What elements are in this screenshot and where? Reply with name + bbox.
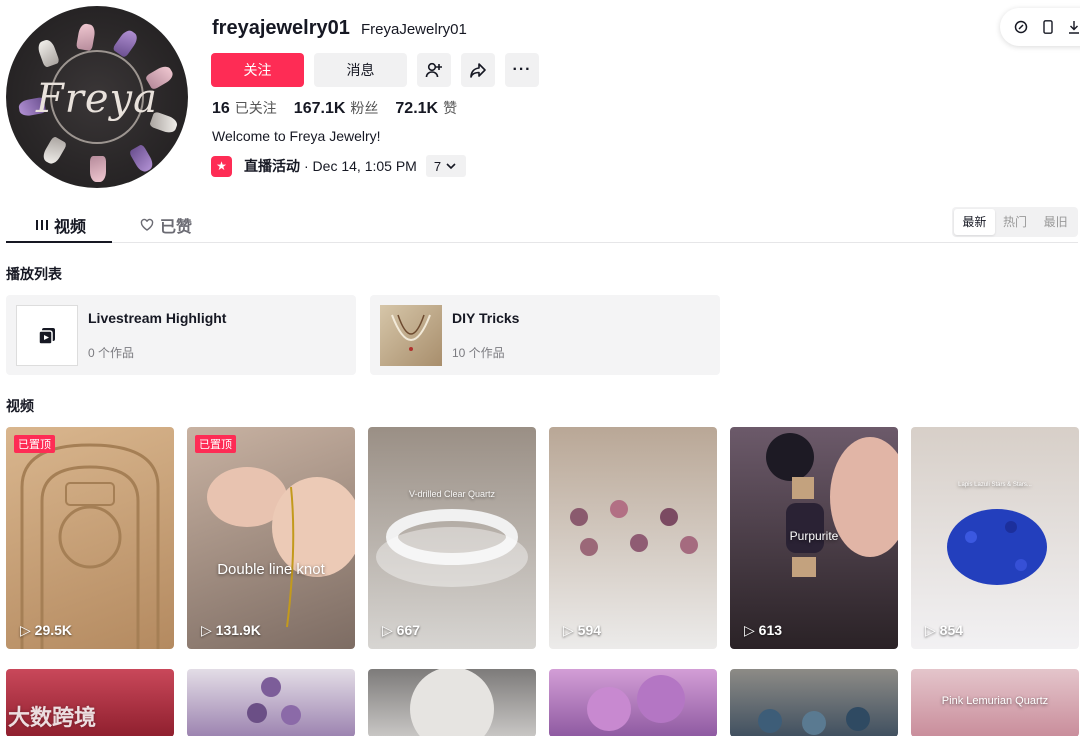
tab-videos[interactable]: 视频 xyxy=(36,213,86,237)
avatar[interactable]: Freya xyxy=(6,6,188,188)
amethyst-thumbnail xyxy=(247,677,301,725)
video-card[interactable] xyxy=(187,669,355,736)
sort-toggle: 最新 热门 最旧 xyxy=(952,207,1078,237)
video-card[interactable] xyxy=(730,669,898,736)
tab-videos-label: 视频 xyxy=(54,219,87,236)
following-stat[interactable]: 16 已关注 xyxy=(212,98,277,118)
sort-oldest[interactable]: 最旧 xyxy=(1035,209,1076,235)
playlist-title: DIY Tricks xyxy=(452,310,520,326)
chevron-down-icon xyxy=(446,163,456,170)
live-event-label: 直播活动 xyxy=(244,158,300,174)
video-card[interactable]: 已置顶 ▷ 29.5K xyxy=(6,427,174,649)
more-button[interactable]: ··· xyxy=(505,53,539,87)
playlist-card[interactable]: DIY Tricks 10 个作品 xyxy=(370,295,720,375)
live-event-date: · Dec 14, 1:05 PM xyxy=(304,158,417,174)
likes-label: 赞 xyxy=(443,100,458,116)
playlist-thumbnail xyxy=(380,305,442,366)
video-card[interactable] xyxy=(549,669,717,736)
message-button[interactable]: 消息 xyxy=(314,53,407,87)
profile-stats: 16 已关注 167.1K 粉丝 72.1K 赞 xyxy=(212,98,474,118)
nickname: FreyaJewelry01 xyxy=(361,21,467,38)
playlists-title: 播放列表 xyxy=(6,266,62,282)
video-caption: Double line knot xyxy=(217,561,325,578)
live-event-count-dropdown[interactable]: 7 xyxy=(425,155,467,177)
heart-eye-icon xyxy=(140,218,154,231)
video-caption: Lapis Lazuli Stars & Stars... xyxy=(958,482,1032,488)
beads-thumbnail xyxy=(758,707,870,735)
playlist-count: 10 个作品 xyxy=(452,346,505,360)
live-event-count: 7 xyxy=(433,158,442,174)
pinned-badge: 已置顶 xyxy=(195,435,236,453)
tab-liked[interactable]: 已赞 xyxy=(140,213,192,237)
playlist-card[interactable]: Livestream Highlight 0 个作品 xyxy=(6,295,356,375)
lapis-stars-thumbnail xyxy=(947,509,1047,585)
playlist-thumbnail xyxy=(16,305,78,366)
video-views: ▷ 29.5K xyxy=(20,622,73,638)
followers-count: 167.1K xyxy=(293,100,346,117)
video-card[interactable]: Lapis Lazuli Stars & Stars... ▷ 854 xyxy=(911,427,1079,649)
video-views: ▷ 854 xyxy=(925,622,964,638)
profile-tabs: 视频 已赞 xyxy=(6,205,1078,243)
videos-title: 视频 xyxy=(6,398,34,414)
likes-stat: 72.1K 赞 xyxy=(395,98,457,118)
playlist-count: 0 个作品 xyxy=(88,346,135,360)
active-tab-underline xyxy=(6,241,112,243)
video-card[interactable]: 已置顶 Double line knot ▷ 131.9K xyxy=(187,427,355,649)
followers-label: 粉丝 xyxy=(350,100,379,116)
watermark: 大数跨境 xyxy=(8,705,97,730)
more-icon: ··· xyxy=(512,61,532,78)
rutile-thumbnail xyxy=(410,669,494,736)
video-card[interactable]: Pink Lemurian Quartz xyxy=(911,669,1079,736)
likes-count: 72.1K xyxy=(395,100,439,117)
add-friend-button[interactable] xyxy=(417,53,451,87)
share-icon xyxy=(470,63,486,78)
add-user-icon xyxy=(425,62,442,78)
following-label: 已关注 xyxy=(234,100,277,116)
video-views: ▷ 131.9K xyxy=(201,622,261,638)
video-card[interactable]: V-drilled Clear Quartz ▷ 667 xyxy=(368,427,536,649)
avatar-logo-text: Freya xyxy=(36,76,158,122)
hands-thumbnail xyxy=(207,467,355,628)
grid-icon xyxy=(36,220,48,230)
clear-quartz-thumbnail xyxy=(376,509,528,587)
mobile-icon[interactable] xyxy=(1042,20,1054,34)
download-icon[interactable] xyxy=(1068,20,1080,34)
heart-crystals-thumbnail xyxy=(570,500,698,556)
playlist-title: Livestream Highlight xyxy=(88,310,227,326)
video-caption: Pink Lemurian Quartz xyxy=(941,695,1049,707)
video-card[interactable]: Purpurite ▷ 613 xyxy=(730,427,898,649)
sort-popular[interactable]: 热门 xyxy=(995,209,1036,235)
follow-button[interactable]: 关注 xyxy=(211,53,304,87)
bead-board-thumbnail xyxy=(20,443,160,649)
video-card[interactable] xyxy=(368,669,536,736)
following-count: 16 xyxy=(212,100,230,117)
live-calendar-icon: ★ xyxy=(211,155,232,177)
playlist-icon xyxy=(38,327,55,345)
sort-latest[interactable]: 最新 xyxy=(954,209,995,235)
video-caption: V-drilled Clear Quartz xyxy=(408,489,496,499)
username: freyajewelry01 xyxy=(212,17,350,39)
followers-stat[interactable]: 167.1K 粉丝 xyxy=(294,98,379,118)
bead-board-image xyxy=(391,314,431,351)
bio: Welcome to Freya Jewelry! xyxy=(212,128,381,144)
lepidolite-thumbnail xyxy=(587,675,685,731)
share-button[interactable] xyxy=(461,53,495,87)
floating-toolbar xyxy=(1000,8,1080,46)
video-views: ▷ 594 xyxy=(563,622,602,638)
video-card[interactable]: ▷ 594 xyxy=(549,427,717,649)
video-views: ▷ 613 xyxy=(744,622,783,638)
pinned-badge: 已置顶 xyxy=(14,435,55,453)
coin-icon[interactable] xyxy=(1014,20,1028,34)
video-views: ▷ 667 xyxy=(382,622,421,638)
tab-liked-label: 已赞 xyxy=(160,219,193,236)
video-caption: Purpurite xyxy=(789,529,839,543)
live-event-row[interactable]: ★ 直播活动 · Dec 14, 1:05 PM 7 xyxy=(211,155,467,177)
